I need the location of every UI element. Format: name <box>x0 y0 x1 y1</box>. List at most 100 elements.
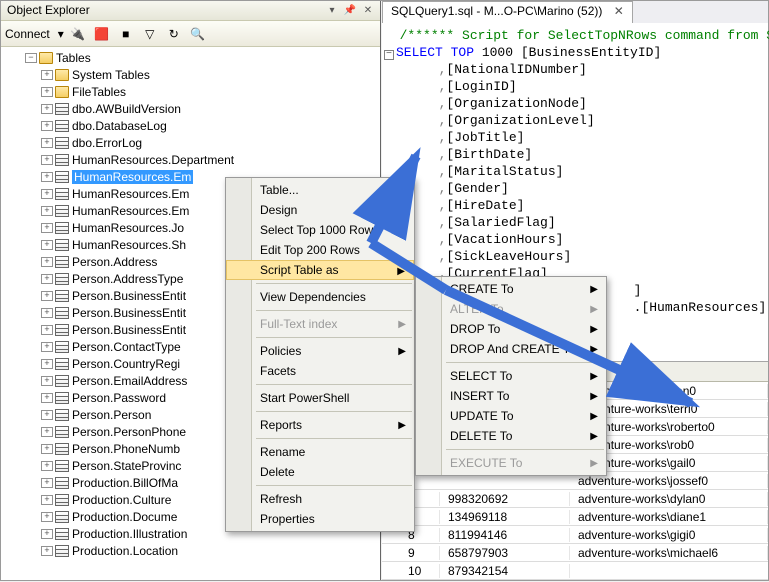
table-icon <box>55 154 69 166</box>
pin-icon[interactable]: 📌 <box>342 2 358 18</box>
table-icon <box>55 545 69 557</box>
menu-item[interactable]: Delete <box>226 462 414 482</box>
menu-item[interactable]: Facets <box>226 361 414 381</box>
tree-node[interactable]: +System Tables <box>5 66 376 83</box>
menu-item[interactable]: SELECT To▶ <box>416 366 606 386</box>
menu-item[interactable]: Select Top 1000 Rows <box>226 220 414 240</box>
submenu-arrow-icon: ▶ <box>398 420 406 431</box>
close-icon[interactable]: ✕ <box>360 2 376 18</box>
table-icon <box>55 222 69 234</box>
submenu-arrow-icon: ▶ <box>398 346 406 357</box>
table-icon <box>55 205 69 217</box>
menu-item[interactable]: Refresh <box>226 489 414 509</box>
submenu-arrow-icon: ▶ <box>590 324 598 335</box>
menu-item[interactable]: Rename <box>226 442 414 462</box>
table-icon <box>55 273 69 285</box>
table-icon <box>55 256 69 268</box>
stop-icon[interactable]: ■ <box>116 24 136 44</box>
folder-icon <box>55 69 69 81</box>
menu-item[interactable]: Design <box>226 200 414 220</box>
tree-node[interactable]: +dbo.DatabaseLog <box>5 117 376 134</box>
folder-icon <box>39 52 53 64</box>
submenu-arrow-icon: ▶ <box>398 319 406 330</box>
menu-item[interactable]: Reports▶ <box>226 415 414 435</box>
table-icon <box>55 409 69 421</box>
tab-close-icon[interactable]: ✕ <box>614 4 624 18</box>
connect-label[interactable]: Connect <box>5 27 50 41</box>
table-row[interactable]: 7134969118adventure-works\diane1 <box>382 508 768 526</box>
menu-item[interactable]: INSERT To▶ <box>416 386 606 406</box>
menu-separator <box>256 411 412 412</box>
submenu-arrow-icon: ▶ <box>590 411 598 422</box>
menu-separator <box>446 449 604 450</box>
menu-item[interactable]: Script Table as▶ <box>226 260 414 280</box>
tree-node[interactable]: +FileTables <box>5 83 376 100</box>
filter-icon[interactable]: ▽ <box>140 24 160 44</box>
menu-separator <box>256 384 412 385</box>
folder-icon <box>55 86 69 98</box>
menu-item: EXECUTE To▶ <box>416 453 606 473</box>
table-icon <box>55 494 69 506</box>
table-row[interactable]: 10879342154 <box>382 562 768 580</box>
menu-item: ALTER To▶ <box>416 299 606 319</box>
dropdown-icon[interactable]: ▾ <box>324 2 340 18</box>
table-icon <box>55 460 69 472</box>
table-icon <box>55 358 69 370</box>
table-icon <box>55 307 69 319</box>
menu-item[interactable]: DROP And CREATE To▶ <box>416 339 606 359</box>
menu-separator <box>446 362 604 363</box>
menu-separator <box>256 337 412 338</box>
menu-item[interactable]: View Dependencies <box>226 287 414 307</box>
submenu-arrow-icon: ▶ <box>590 344 598 355</box>
tree-node[interactable]: +dbo.AWBuildVersion <box>5 100 376 117</box>
connect-icon[interactable]: 🔌 <box>68 24 88 44</box>
submenu-arrow-icon: ▶ <box>590 304 598 315</box>
tree-node[interactable]: +dbo.ErrorLog <box>5 134 376 151</box>
table-icon <box>55 137 69 149</box>
submenu-arrow-icon: ▶ <box>397 266 405 277</box>
table-icon <box>55 103 69 115</box>
menu-item[interactable]: Start PowerShell <box>226 388 414 408</box>
context-menu-table[interactable]: Table...DesignSelect Top 1000 RowsEdit T… <box>225 177 415 532</box>
table-icon <box>55 528 69 540</box>
menu-separator <box>256 283 412 284</box>
tab-sqlquery1[interactable]: SQLQuery1.sql - M...O-PC\Marino (52)) ✕ <box>382 1 633 23</box>
table-icon <box>55 511 69 523</box>
table-row[interactable]: 8811994146adventure-works\gigi0 <box>382 526 768 544</box>
document-tab-bar: SQLQuery1.sql - M...O-PC\Marino (52)) ✕ <box>382 1 768 23</box>
context-submenu-script-table-as[interactable]: CREATE To▶ALTER To▶DROP To▶DROP And CREA… <box>415 276 607 476</box>
table-icon <box>55 239 69 251</box>
submenu-arrow-icon: ▶ <box>590 391 598 402</box>
menu-separator <box>256 310 412 311</box>
menu-item[interactable]: Policies▶ <box>226 341 414 361</box>
disconnect-icon[interactable]: 🟥 <box>92 24 112 44</box>
menu-item: Full-Text index▶ <box>226 314 414 334</box>
table-icon <box>55 341 69 353</box>
table-icon <box>55 188 69 200</box>
menu-item[interactable]: Properties <box>226 509 414 529</box>
table-icon <box>55 392 69 404</box>
refresh-icon[interactable]: ↻ <box>164 24 184 44</box>
search-icon[interactable]: 🔍 <box>188 24 208 44</box>
menu-item[interactable]: DROP To▶ <box>416 319 606 339</box>
table-icon <box>55 426 69 438</box>
table-row[interactable]: 9658797903adventure-works\michael6 <box>382 544 768 562</box>
object-explorer-title: Object Explorer <box>7 3 90 17</box>
menu-item[interactable]: Edit Top 200 Rows <box>226 240 414 260</box>
menu-item[interactable]: Table... <box>226 180 414 200</box>
menu-item[interactable]: DELETE To▶ <box>416 426 606 446</box>
tab-label: SQLQuery1.sql - M...O-PC\Marino (52)) <box>391 4 602 18</box>
table-icon <box>55 477 69 489</box>
table-icon <box>55 120 69 132</box>
table-icon <box>55 375 69 387</box>
object-explorer-toolbar: Connect▾ 🔌 🟥 ■ ▽ ↻ 🔍 <box>1 21 380 47</box>
menu-separator <box>256 485 412 486</box>
table-icon <box>55 443 69 455</box>
menu-item[interactable]: CREATE To▶ <box>416 279 606 299</box>
tree-node[interactable]: +HumanResources.Department <box>5 151 376 168</box>
tree-node[interactable]: +Production.Location <box>5 542 376 559</box>
submenu-arrow-icon: ▶ <box>590 458 598 469</box>
menu-item[interactable]: UPDATE To▶ <box>416 406 606 426</box>
tree-node[interactable]: −Tables <box>5 49 376 66</box>
table-row[interactable]: 6998320692adventure-works\dylan0 <box>382 490 768 508</box>
